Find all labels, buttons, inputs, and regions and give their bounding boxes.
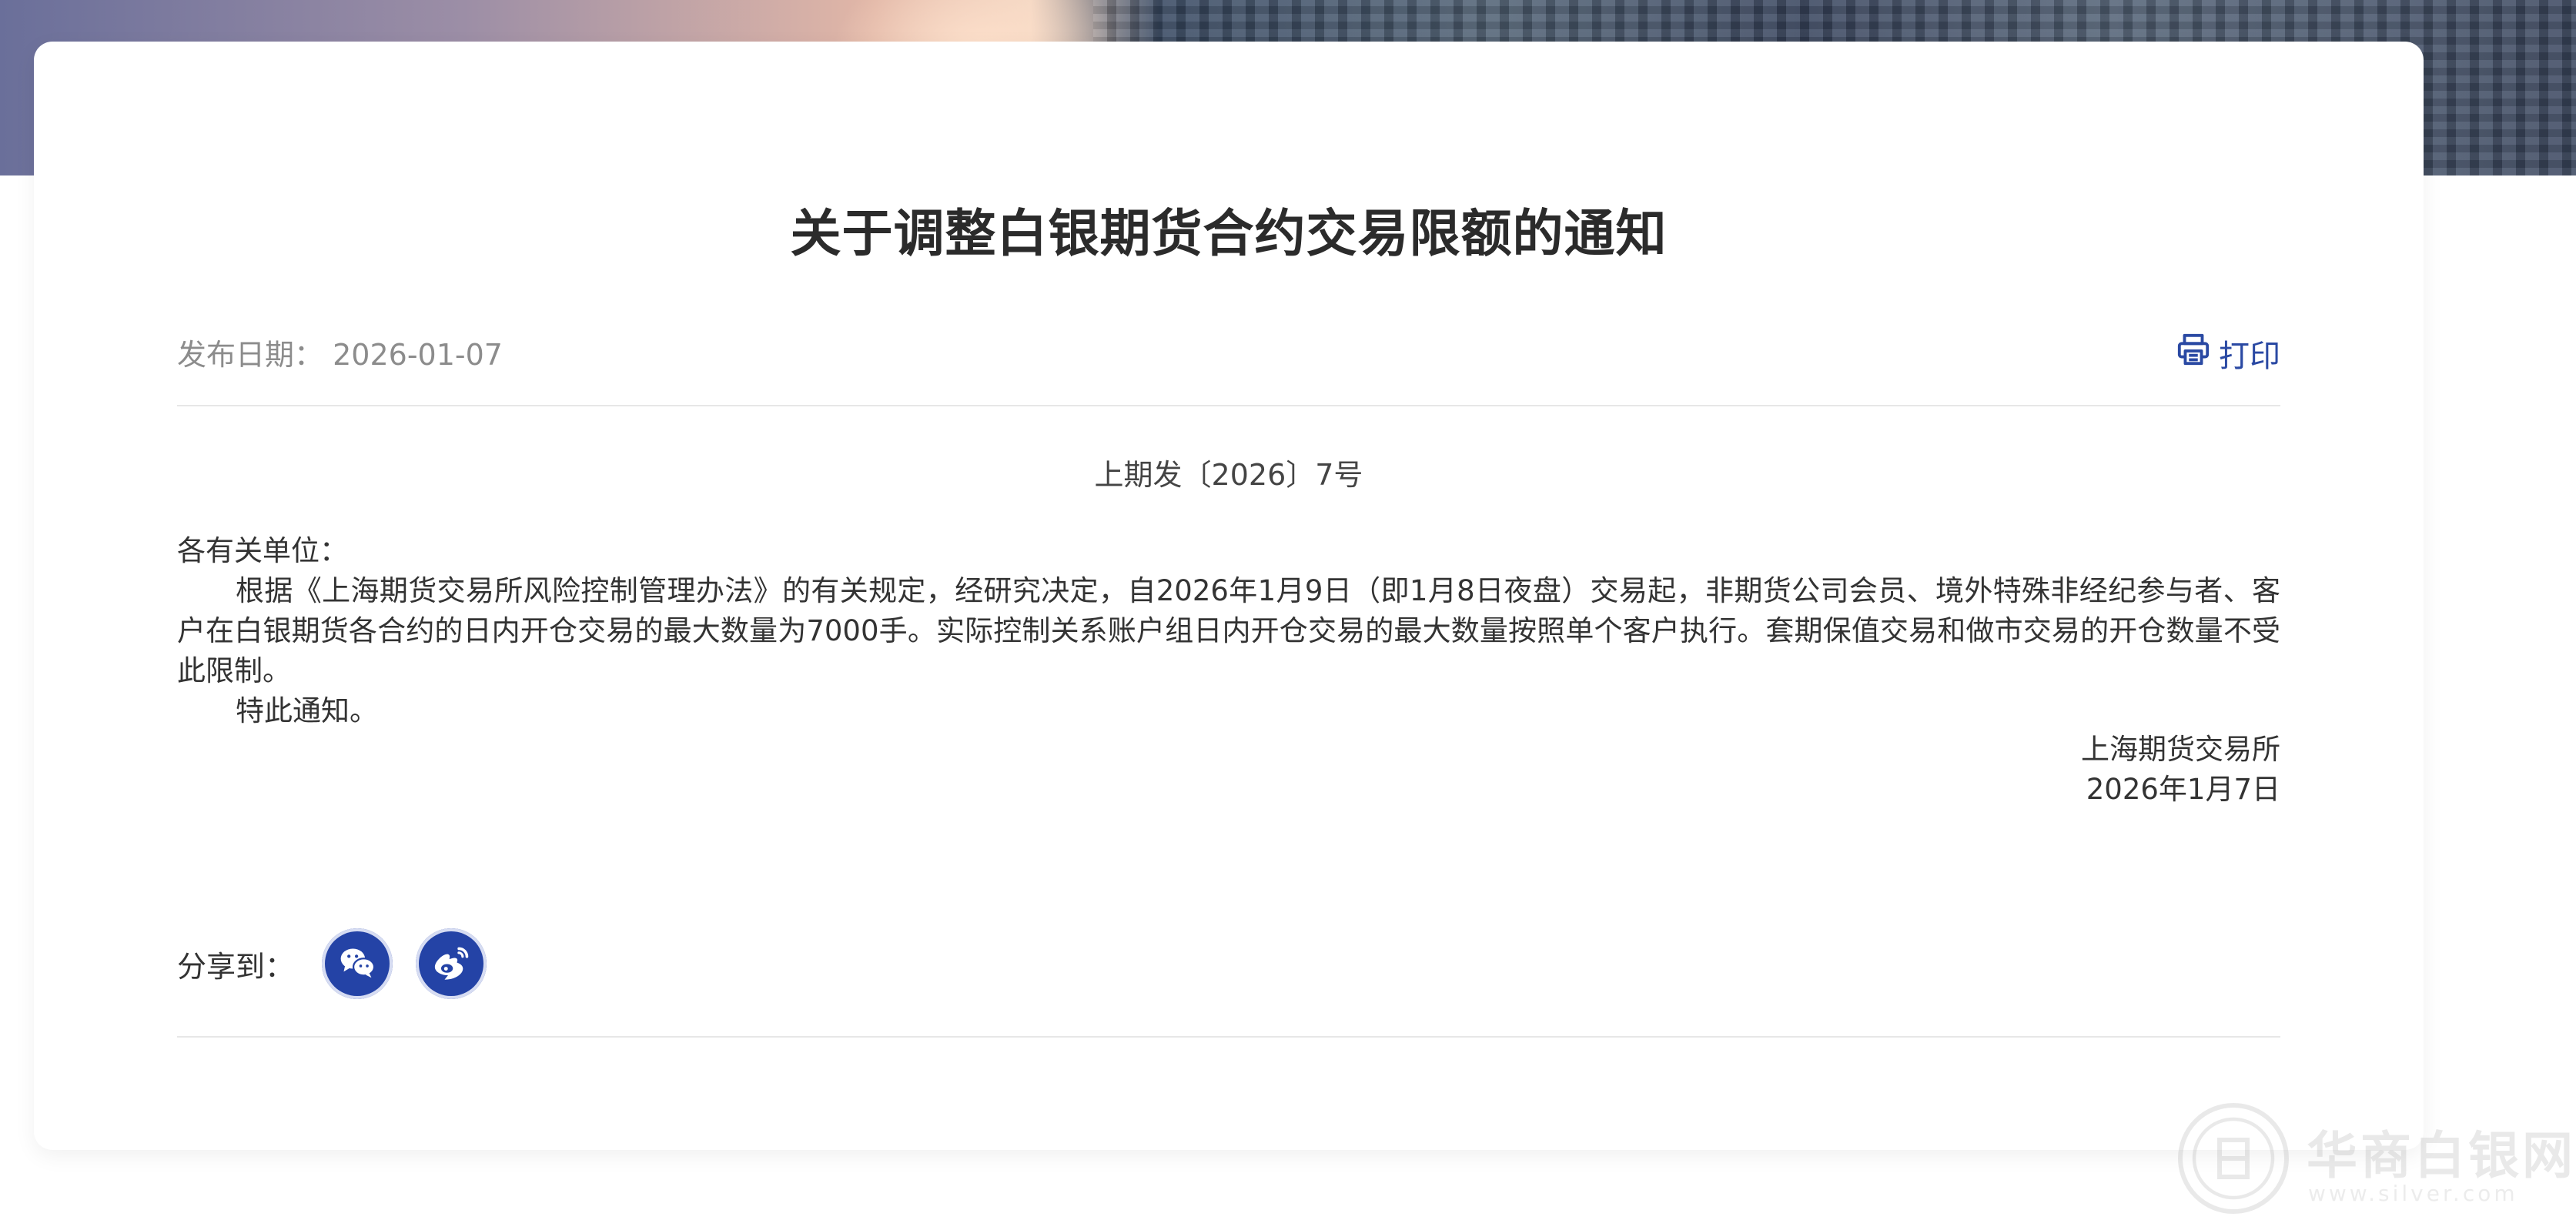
- publish-date-value: 2026-01-07: [333, 338, 503, 372]
- signature-date: 2026年1月7日: [2086, 773, 2280, 806]
- share-weibo-button[interactable]: [416, 928, 487, 999]
- print-label: 打印: [2219, 339, 2280, 374]
- signature-organization: 上海期货交易所: [2081, 733, 2280, 766]
- closing-paragraph: 特此通知。: [236, 694, 378, 727]
- publish-date: 发布日期： 2026-01-07: [177, 331, 503, 373]
- share-label: 分享到：: [177, 949, 295, 984]
- watermark-text: 华商白银网: [2307, 1126, 2576, 1185]
- share-wechat-button[interactable]: [322, 928, 393, 999]
- watermark-subtext: www.silver.com: [2308, 1181, 2518, 1206]
- salutation: 各有关单位：: [177, 534, 348, 567]
- article-body: 各有关单位： 根据《上海期货交易所风险控制管理办法》的有关规定，经研究决定，自2…: [177, 531, 2280, 731]
- footer-divider: [177, 1036, 2280, 1038]
- print-button[interactable]: 打印: [2176, 331, 2280, 376]
- wechat-icon: [336, 941, 378, 986]
- article-title: 关于调整白银期货合约交易限额的通知: [790, 204, 1668, 263]
- weibo-icon: [430, 941, 472, 986]
- printer-icon: [2176, 332, 2211, 375]
- document-number: 上期发〔2026〕7号: [1094, 458, 1363, 492]
- share-bar: 分享到：: [177, 927, 510, 1001]
- publish-date-label: 发布日期：: [177, 338, 324, 372]
- article-meta: 发布日期： 2026-01-07 打印: [177, 331, 2280, 377]
- site-watermark: 华商白银网 www.silver.com: [2176, 1101, 2576, 1230]
- body-paragraph: 根据《上海期货交易所风险控制管理办法》的有关规定，经研究决定，自2026年1月9…: [177, 574, 2280, 687]
- signature-block: 上海期货交易所 2026年1月7日: [2081, 730, 2280, 810]
- watermark-seal-icon: [2176, 1101, 2291, 1216]
- meta-divider: [177, 405, 2280, 406]
